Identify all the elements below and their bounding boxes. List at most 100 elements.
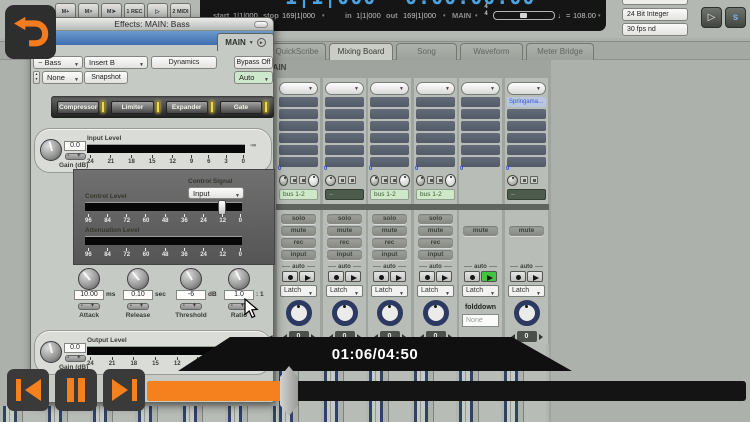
insert-slot[interactable]	[507, 145, 546, 155]
channel-config-dropdown[interactable]	[461, 82, 500, 95]
rec-button[interactable]: rec	[418, 238, 453, 248]
automation-mode-dropdown[interactable]: Latch	[280, 285, 317, 299]
insert-slot[interactable]	[325, 121, 364, 131]
insert-slot[interactable]	[461, 97, 500, 107]
main-caret-icon[interactable]: ▾	[475, 9, 478, 23]
insert-slot[interactable]	[461, 145, 500, 155]
insert-slot[interactable]	[325, 109, 364, 119]
tab-song[interactable]: Song	[396, 43, 457, 60]
insert-slot-plugin[interactable]: Springama...	[507, 97, 546, 107]
insert-slot[interactable]	[370, 97, 409, 107]
insert-slot[interactable]	[370, 145, 409, 155]
mini-button[interactable]	[530, 176, 538, 184]
input-gain-knob[interactable]	[40, 139, 62, 161]
out-caret-icon[interactable]: ▾	[443, 9, 446, 23]
mini-button[interactable]	[290, 176, 298, 184]
mute-button[interactable]: mute	[463, 226, 498, 236]
insert-slot[interactable]	[416, 109, 455, 119]
mini-button[interactable]	[338, 176, 346, 184]
threshold-stepper[interactable]: - +	[180, 303, 202, 310]
expander-button[interactable]: Expander	[165, 100, 208, 114]
attack-stepper[interactable]: - +	[78, 303, 100, 310]
window-title[interactable]: Effects: MAIN: Bass	[31, 18, 273, 31]
preset-dropdown[interactable]: None	[42, 71, 83, 84]
insert-slot[interactable]	[507, 121, 546, 131]
mini-button[interactable]	[390, 176, 398, 184]
auto-play-button-active[interactable]	[481, 271, 497, 282]
output-assignment[interactable]: bus 1-2	[370, 189, 409, 200]
main-output-select[interactable]: MAIN	[452, 9, 471, 23]
insert-slot[interactable]	[416, 97, 455, 107]
mini-button[interactable]	[348, 176, 356, 184]
automation-mode-dropdown[interactable]: Latch	[326, 285, 363, 299]
solo-button[interactable]: solo	[327, 214, 362, 224]
output-gain-knob[interactable]	[40, 341, 62, 363]
control-signal-dropdown[interactable]: Input	[188, 187, 244, 199]
mini-button[interactable]	[520, 176, 528, 184]
insert-slot[interactable]	[461, 133, 500, 143]
solo-button[interactable]: solo	[418, 214, 453, 224]
auto-dropdown[interactable]: Auto	[234, 71, 273, 84]
mute-button[interactable]: mute	[281, 226, 316, 236]
framerate-dropdown[interactable]: 30 fps nd	[622, 23, 688, 36]
mute-button[interactable]: mute	[509, 226, 544, 236]
pan-knob[interactable]	[325, 174, 336, 186]
volume-knob[interactable]	[513, 300, 540, 326]
insert-slot[interactable]	[279, 97, 318, 107]
slider-handle[interactable]	[520, 13, 527, 18]
play-circle-icon[interactable]: ▸	[256, 38, 266, 47]
limiter-button[interactable]: Limiter	[111, 100, 154, 114]
insert-slot[interactable]	[416, 145, 455, 155]
insert-d ropdown[interactable]: Insert B	[84, 56, 148, 69]
release-knob[interactable]	[127, 268, 149, 290]
mini-button[interactable]	[427, 176, 435, 184]
channel-config-dropdown[interactable]	[370, 82, 409, 95]
skip-forward-button[interactable]	[103, 369, 145, 411]
output-gain-value[interactable]: 0.0	[64, 343, 86, 353]
auto-record-button[interactable]	[464, 271, 480, 282]
tempo-caret-icon[interactable]: ▾	[598, 9, 601, 23]
input-button[interactable]: input	[372, 250, 407, 260]
output-assignment[interactable]: bus 1-2	[416, 189, 455, 200]
threshold-handle[interactable]	[218, 200, 226, 215]
insert-slot[interactable]	[507, 133, 546, 143]
channel-config-dropdown[interactable]	[507, 82, 546, 95]
auto-play-button[interactable]	[527, 271, 543, 282]
snapshot-button[interactable]: Snapshot	[84, 71, 128, 84]
auto-play-button[interactable]	[436, 271, 452, 282]
volume-knob[interactable]	[285, 300, 312, 326]
input-gain-stepper[interactable]: - +	[65, 153, 86, 160]
auto-play-button[interactable]	[345, 271, 361, 282]
trim-knob[interactable]	[308, 173, 319, 187]
release-value[interactable]: 0.10	[123, 290, 153, 300]
pan-knob[interactable]	[279, 174, 289, 186]
ratio-knob[interactable]	[228, 268, 250, 290]
insert-slot[interactable]	[461, 157, 500, 167]
auto-play-button[interactable]	[299, 271, 315, 282]
in-value[interactable]: 1|1|000	[356, 9, 381, 23]
pause-button[interactable]	[55, 369, 97, 411]
insert-slot[interactable]	[461, 109, 500, 119]
bitdepth-dropdown[interactable]: 24 Bit Integer	[622, 8, 688, 21]
input-button[interactable]: input	[418, 250, 453, 260]
auto-play-button[interactable]	[390, 271, 406, 282]
insert-slot[interactable]	[279, 145, 318, 155]
auto-record-button[interactable]	[282, 271, 298, 282]
insert-slot[interactable]	[507, 109, 546, 119]
skip-back-button[interactable]	[7, 369, 49, 411]
insert-slot[interactable]	[370, 133, 409, 143]
channel-config-dropdown[interactable]	[325, 82, 364, 95]
tab-mixing-board[interactable]: Mixing Board	[329, 43, 393, 60]
bypass-button[interactable]: Bypass Off	[234, 56, 273, 69]
pan-knob[interactable]	[416, 174, 426, 186]
stop-value[interactable]: 169|1|000	[282, 9, 315, 23]
mini-button[interactable]	[381, 176, 389, 184]
insert-slot[interactable]	[370, 157, 409, 167]
volume-knob[interactable]	[331, 300, 358, 326]
insert-slot[interactable]	[507, 157, 546, 167]
pan-knob[interactable]	[507, 174, 518, 186]
mini-button[interactable]	[299, 176, 307, 184]
insert-slot[interactable]	[416, 133, 455, 143]
solo-button[interactable]: solo	[372, 214, 407, 224]
output-gain-stepper[interactable]: - +	[65, 355, 86, 362]
